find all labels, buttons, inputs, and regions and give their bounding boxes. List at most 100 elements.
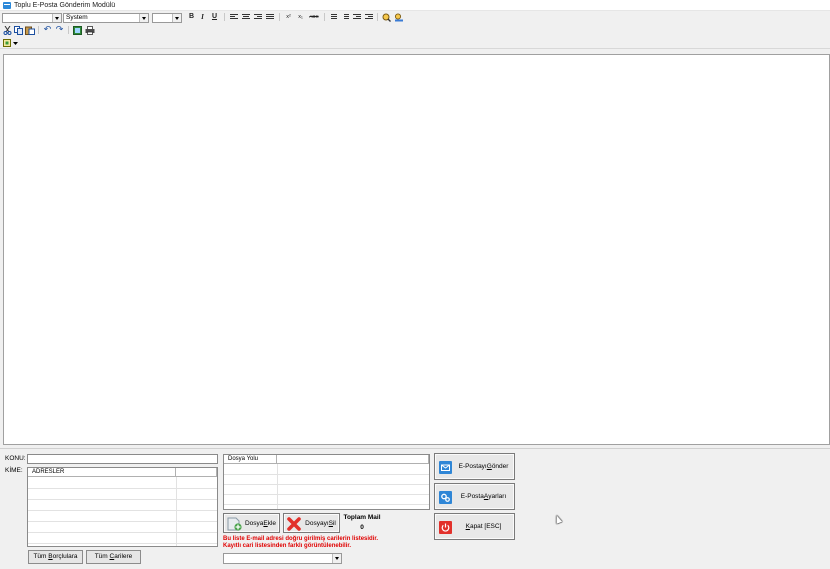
grid-row-line [28, 521, 217, 522]
superscript-button[interactable]: x² [284, 12, 293, 22]
text-color-icon[interactable] [3, 39, 12, 47]
close-button[interactable]: Kapat [ESC] [434, 513, 515, 540]
addresses-column-header[interactable]: ADRESLER [28, 468, 176, 477]
all-accounts-prefix: Tüm [94, 553, 110, 560]
close-text: Kapat [ESC] [455, 514, 512, 539]
italic-button[interactable]: I [198, 12, 207, 22]
color-toolbar [0, 37, 830, 49]
all-debtors-prefix: Tüm [33, 553, 49, 560]
message-editor[interactable] [3, 54, 830, 445]
grid-column-line [277, 464, 278, 509]
toolbar-divider [224, 13, 225, 21]
bullet-list-icon[interactable] [341, 14, 349, 21]
mail-settings-text: E-Posta Ayarları [455, 484, 512, 509]
subscript-button[interactable]: x₁ [296, 12, 305, 22]
recipient-filter-select[interactable] [223, 553, 342, 564]
file-path-column-header[interactable]: Dosya Yolu [224, 455, 277, 464]
delete-file-icon [287, 517, 301, 531]
edit-toolbar: ↶ ↷ [0, 25, 830, 36]
addresses-grid[interactable]: ADRESLER [27, 467, 218, 547]
grid-row-line [28, 499, 217, 500]
chevron-down-icon [52, 14, 61, 22]
grid-row-line [224, 474, 429, 475]
toolbar-divider [377, 13, 378, 21]
total-mail-count: 0 [360, 524, 364, 531]
gear-icon [439, 491, 452, 504]
toolbar-divider [279, 13, 280, 21]
add-file-icon [227, 517, 242, 531]
chevron-down-icon [139, 14, 148, 22]
mail-settings-button[interactable]: E-Posta Ayarları [434, 483, 515, 510]
delete-file-text: Dosyayı Sil [304, 514, 337, 532]
find-icon[interactable] [382, 13, 391, 22]
add-file-rest: kle [267, 519, 277, 527]
addresses-extra-header[interactable] [176, 468, 217, 477]
window-title: Toplu E-Posta Gönderim Modülü [14, 2, 116, 9]
align-right-icon[interactable] [254, 14, 262, 21]
subject-input[interactable] [27, 454, 218, 464]
close-rest: apat [ESC] [469, 523, 502, 530]
delete-file-button[interactable]: Dosyayı Sil [283, 513, 340, 533]
send-prefix: E-Postayı [458, 463, 487, 470]
grid-row-line [28, 488, 217, 489]
power-icon [439, 521, 452, 534]
align-justify-icon[interactable] [266, 14, 274, 21]
add-file-text: Dosya Ekle [244, 514, 277, 532]
grid-row-line [224, 504, 429, 505]
attachments-extra-header[interactable] [277, 455, 429, 464]
chevron-down-icon [172, 14, 181, 22]
send-rest: önder [491, 463, 509, 470]
increase-indent-icon[interactable] [365, 14, 373, 21]
delete-file-rest: il [332, 519, 336, 527]
title-bar: Toplu E-Posta Gönderim Modülü [0, 0, 830, 11]
total-mail-label: Toplam Mail [343, 514, 381, 521]
toolbar-divider [324, 13, 325, 21]
app-window: Toplu E-Posta Gönderim Modülü System B I… [0, 0, 830, 569]
font-face-select[interactable]: System [63, 13, 149, 23]
strikethrough-button[interactable]: ABC [308, 12, 320, 22]
font-size-select[interactable] [152, 13, 182, 23]
toolbar-divider [68, 26, 69, 34]
grid-row-line [28, 510, 217, 511]
all-debtors-button[interactable]: Tüm Borçlulara [28, 550, 83, 564]
redo-icon[interactable]: ↷ [55, 25, 64, 35]
replace-icon[interactable] [394, 13, 404, 22]
grid-row-line [224, 494, 429, 495]
bold-button[interactable]: B [187, 12, 196, 22]
send-mail-text: E-Postayı Gönder [455, 454, 512, 479]
grid-row-line [28, 532, 217, 533]
warning-line-1: Bu liste E-mail adresi doğru girilmiş ca… [223, 536, 379, 542]
add-file-button[interactable]: Dosya Ekle [223, 513, 280, 533]
subject-label: KONU: [5, 455, 26, 462]
recipients-label: KİME: [5, 467, 23, 474]
toolbar-divider [38, 26, 39, 34]
align-left-icon[interactable] [230, 14, 238, 21]
settings-rest: yarları [488, 493, 507, 500]
copy-icon[interactable] [14, 26, 23, 35]
format-toolbar: System B I U x² x₁ ABC [0, 12, 830, 24]
subject-value [28, 455, 30, 462]
numbered-list-icon[interactable] [329, 14, 337, 21]
grid-row-line [28, 543, 217, 544]
undo-icon[interactable]: ↶ [43, 25, 52, 35]
font-name-select[interactable] [2, 13, 62, 23]
grid-row-line [224, 484, 429, 485]
settings-prefix: E-Posta [460, 493, 484, 500]
envelope-icon [439, 461, 452, 474]
app-icon [3, 2, 11, 9]
print-icon[interactable] [85, 26, 95, 35]
decrease-indent-icon[interactable] [353, 14, 361, 21]
chevron-down-icon[interactable] [13, 42, 18, 45]
underline-button[interactable]: U [210, 12, 219, 22]
align-center-icon[interactable] [242, 14, 250, 21]
font-face-value: System [66, 14, 88, 21]
paste-icon[interactable] [25, 26, 35, 35]
add-file-prefix: Dosya [244, 519, 264, 527]
chevron-down-icon [332, 554, 341, 563]
cut-icon[interactable] [3, 26, 12, 35]
attachments-grid[interactable]: Dosya Yolu [223, 454, 430, 510]
insert-image-icon[interactable] [73, 26, 82, 35]
all-accounts-rest: arilere [114, 553, 133, 560]
send-mail-button[interactable]: E-Postayı Gönder [434, 453, 515, 480]
all-accounts-button[interactable]: Tüm Carilere [86, 550, 141, 564]
